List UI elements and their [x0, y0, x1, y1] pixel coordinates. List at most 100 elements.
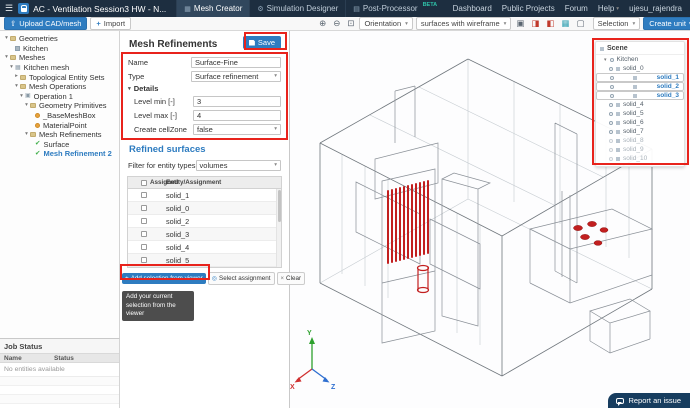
visibility-eye-icon[interactable] — [609, 102, 613, 107]
visibility-eye-icon[interactable] — [609, 129, 613, 134]
tree-item-kitchen[interactable]: Kitchen — [0, 44, 119, 54]
caret-down-icon[interactable]: ▾ — [23, 131, 30, 138]
row-checkbox[interactable] — [141, 257, 147, 263]
caret-down-icon[interactable]: ▾ — [13, 83, 20, 90]
menu-icon[interactable]: ☰ — [0, 3, 18, 14]
scene-item-kitchen[interactable]: ▾ Kitchen — [596, 55, 684, 64]
reset-visibility-icon[interactable]: ▢ — [575, 19, 587, 28]
cellzone-select[interactable]: false ▾ — [193, 123, 281, 135]
scene-item-solid-10[interactable]: solid_10 — [596, 154, 684, 163]
tree-item-mesh-operations[interactable]: ▾ Mesh Operations — [0, 82, 119, 92]
scene-item-solid-1[interactable]: solid_1 — [596, 73, 684, 82]
scene-item-solid-3[interactable]: solid_3 — [596, 91, 684, 100]
scene-item-solid-6[interactable]: solid_6 — [596, 118, 684, 127]
link-forum[interactable]: Forum — [565, 4, 588, 13]
table-row[interactable]: solid_5 — [128, 254, 281, 267]
import-button[interactable]: + Import — [90, 17, 132, 30]
transparency-icon[interactable]: ▦ — [560, 19, 572, 28]
level-max-input[interactable] — [193, 109, 281, 121]
caret-down-icon[interactable]: ▾ — [18, 93, 25, 100]
refinement-highlight-burners[interactable] — [573, 221, 609, 246]
scene-item-solid-9[interactable]: solid_9 — [596, 145, 684, 154]
caret-down-icon[interactable]: ▾ — [8, 64, 15, 71]
clear-button[interactable]: × Clear — [276, 272, 306, 285]
select-all-checkbox[interactable] — [141, 179, 147, 186]
table-row[interactable]: solid_2 — [128, 215, 281, 228]
scrollbar-thumb[interactable] — [277, 190, 281, 222]
tree-item-surface[interactable]: ✔ Surface — [0, 140, 119, 150]
visibility-eye-icon[interactable] — [609, 66, 613, 71]
level-min-input[interactable] — [193, 95, 281, 107]
report-issue-button[interactable]: Report an issue — [608, 393, 690, 408]
add-selection-button[interactable]: + Add selection from viewer — [122, 273, 206, 284]
fit-view-icon[interactable]: ⊡ — [345, 19, 356, 28]
tree-item-meshes[interactable]: ▾ Meshes — [0, 53, 119, 63]
visibility-eye-icon[interactable] — [610, 93, 614, 98]
tab-mesh-creator[interactable]: ▦ Mesh Creator — [176, 0, 250, 17]
tab-simulation-designer[interactable]: ⚙ Simulation Designer — [249, 0, 345, 17]
render-mode-select[interactable]: surfaces with wireframe ▾ — [415, 17, 512, 30]
folder-icon — [30, 103, 36, 109]
caret-down-icon[interactable]: ▾ — [23, 103, 30, 109]
table-row[interactable]: solid_1 — [128, 189, 281, 202]
caret-down-icon[interactable]: ▾ — [3, 55, 10, 61]
orientation-dropdown[interactable]: Orientation ▾ — [359, 17, 413, 30]
tree-item-kitchen-mesh[interactable]: ▾ ▦ Kitchen mesh — [0, 63, 119, 73]
tree-item-mesh-refinements[interactable]: ▾ Mesh Refinements — [0, 130, 119, 140]
tree-item-operation-1[interactable]: ▾ ▣ Operation 1 — [0, 92, 119, 102]
scene-item-solid-5[interactable]: solid_5 — [596, 109, 684, 118]
row-checkbox[interactable] — [141, 244, 147, 250]
table-row[interactable]: solid_3 — [128, 228, 281, 241]
viewport-3d[interactable]: Y X Z Scene ▾ Kitchen solid_0 solid_1 so… — [290, 31, 690, 408]
caret-right-icon[interactable]: ▸ — [13, 74, 20, 80]
tab-post-processor[interactable]: ▤ Post-Processor BETA — [345, 0, 444, 17]
scene-item-solid-7[interactable]: solid_7 — [596, 127, 684, 136]
tree-item-mesh-refinement-2[interactable]: ✔ Mesh Refinement 2 — [0, 149, 119, 159]
caret-down-icon[interactable]: ▾ — [3, 36, 10, 42]
row-checkbox[interactable] — [141, 205, 147, 211]
scene-item-solid-4[interactable]: solid_4 — [596, 100, 684, 109]
row-checkbox[interactable] — [141, 218, 147, 224]
user-menu[interactable]: ujesu_rajendra — [629, 4, 682, 13]
scene-item-solid-0[interactable]: solid_0 — [596, 64, 684, 73]
selection-dropdown[interactable]: Selection ▾ — [592, 17, 641, 30]
details-toggle[interactable]: ▾ Details — [120, 83, 289, 94]
zoom-in-icon[interactable]: ⊕ — [317, 19, 328, 28]
tree-item-basemeshbox[interactable]: _BaseMeshBox — [0, 111, 119, 121]
isolate-selection-icon[interactable]: ◧ — [545, 19, 557, 28]
visibility-eye-icon[interactable] — [609, 138, 613, 143]
tree-item-topological-entity-sets[interactable]: ▸ Topological Entity Sets — [0, 72, 119, 82]
link-dashboard[interactable]: Dashboard — [453, 4, 492, 13]
create-unit-button[interactable]: Create unit ▾ — [643, 17, 690, 30]
visibility-eye-icon[interactable] — [609, 156, 613, 161]
scene-item-solid-2[interactable]: solid_2 — [596, 82, 684, 91]
table-scrollbar[interactable] — [276, 189, 281, 267]
table-row[interactable]: solid_0 — [128, 202, 281, 215]
save-button[interactable]: Save — [242, 36, 281, 49]
entity-filter-select[interactable]: volumes ▾ — [195, 159, 281, 171]
refinement-highlight-coil[interactable] — [387, 180, 430, 294]
visibility-eye-icon[interactable] — [610, 84, 614, 89]
tree-item-geometry-primitives[interactable]: ▾ Geometry Primitives — [0, 101, 119, 111]
visibility-eye-icon[interactable] — [609, 147, 613, 152]
show-all-icon[interactable]: ▣ — [514, 19, 526, 28]
visibility-eye-icon[interactable] — [609, 111, 613, 116]
scene-item-solid-8[interactable]: solid_8 — [596, 136, 684, 145]
link-help[interactable]: Help ▾ — [598, 4, 619, 13]
select-assignment-button[interactable]: ◎ Select assignment — [207, 272, 275, 285]
type-select[interactable]: Surface refinement ▾ — [191, 70, 281, 82]
table-row[interactable]: solid_4 — [128, 241, 281, 254]
visibility-eye-icon[interactable] — [609, 57, 614, 62]
hide-selection-icon[interactable]: ◨ — [529, 19, 541, 28]
tree-item-geometries[interactable]: ▾ Geometries — [0, 34, 119, 44]
link-public-projects[interactable]: Public Projects — [502, 4, 555, 13]
zoom-out-icon[interactable]: ⊖ — [331, 19, 342, 28]
upload-cad-button[interactable]: ⇧ Upload CAD/mesh — [4, 17, 88, 30]
row-checkbox[interactable] — [141, 192, 147, 198]
row-checkbox[interactable] — [141, 231, 147, 237]
visibility-eye-icon[interactable] — [610, 75, 614, 80]
name-input[interactable] — [191, 56, 281, 68]
caret-down-icon[interactable]: ▾ — [604, 57, 607, 63]
visibility-eye-icon[interactable] — [609, 120, 613, 125]
tree-item-materialpoint[interactable]: MaterialPoint — [0, 120, 119, 130]
